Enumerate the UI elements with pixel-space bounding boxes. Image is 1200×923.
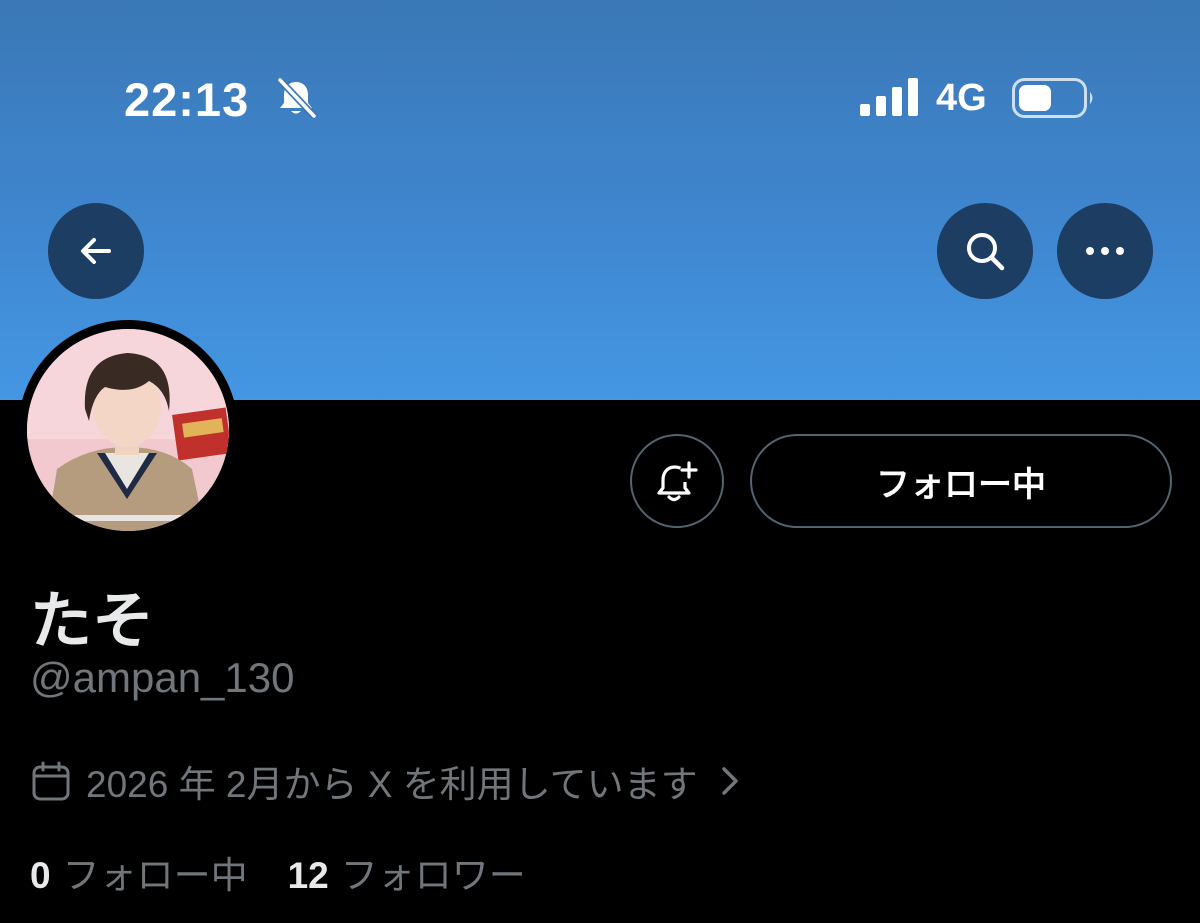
back-button[interactable] bbox=[48, 203, 144, 299]
network-type: 4G bbox=[936, 77, 987, 119]
joined-date-text: 2026 年 2月から X を利用しています bbox=[86, 764, 698, 805]
chevron-right-icon bbox=[721, 767, 738, 795]
following-count: 0 bbox=[30, 855, 51, 896]
more-button[interactable] bbox=[1057, 203, 1153, 299]
search-icon bbox=[967, 233, 1005, 271]
joined-date-row[interactable]: 2026 年 2月から X を利用しています bbox=[30, 758, 744, 805]
bell-slash-icon bbox=[277, 77, 317, 119]
followers-label: フォロワー bbox=[340, 855, 526, 896]
status-time: 22:13 bbox=[124, 73, 250, 126]
display-name: たそ bbox=[30, 587, 155, 656]
username-handle: @ampan_130 bbox=[30, 654, 295, 701]
following-count-link[interactable]: 0 フォロー中 bbox=[30, 845, 248, 899]
calendar-icon bbox=[32, 761, 70, 801]
avatar-image bbox=[27, 329, 229, 531]
followers-count: 12 bbox=[287, 855, 329, 896]
follow-stats: 0 フォロー中 12 フォロワー bbox=[30, 845, 526, 899]
avatar[interactable] bbox=[18, 320, 238, 540]
more-icon bbox=[1086, 247, 1124, 255]
following-button[interactable]: フォロー中 bbox=[750, 434, 1172, 528]
followers-count-link[interactable]: 12 フォロワー bbox=[288, 845, 526, 899]
search-button[interactable] bbox=[937, 203, 1033, 299]
following-label: フォロー中 bbox=[62, 855, 248, 896]
battery-icon bbox=[1012, 78, 1093, 118]
notification-subscribe-button[interactable] bbox=[630, 434, 724, 528]
signal-bars-icon bbox=[860, 78, 918, 116]
bell-plus-icon bbox=[657, 461, 698, 502]
back-arrow-icon bbox=[81, 238, 111, 264]
